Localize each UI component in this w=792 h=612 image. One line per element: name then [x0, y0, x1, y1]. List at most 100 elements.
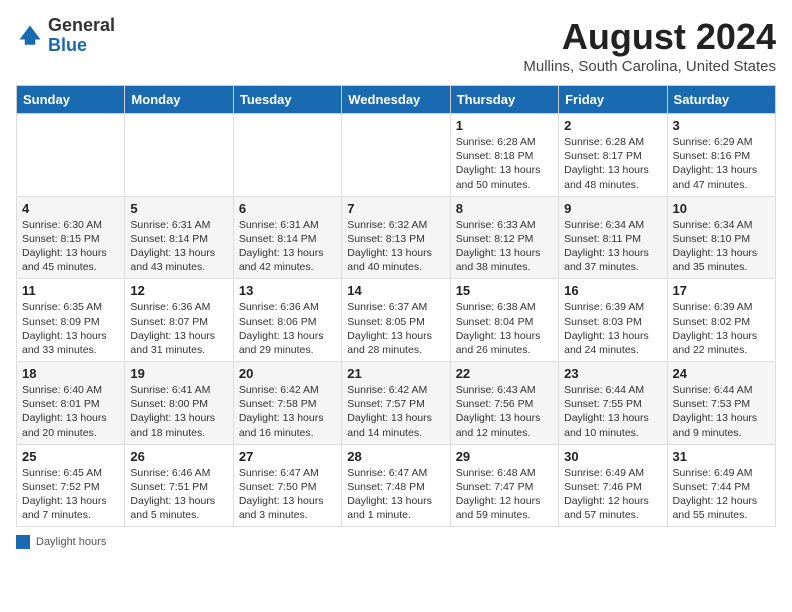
day-number: 16 [564, 283, 661, 298]
calendar-cell [233, 114, 341, 197]
day-info: Sunrise: 6:34 AM Sunset: 8:11 PM Dayligh… [564, 218, 661, 275]
logo-blue: Blue [48, 35, 87, 55]
day-number: 24 [673, 366, 770, 381]
day-number: 12 [130, 283, 227, 298]
logo-text: General Blue [48, 16, 115, 56]
day-number: 22 [456, 366, 553, 381]
daylight-box-icon [16, 535, 30, 549]
day-number: 5 [130, 201, 227, 216]
day-number: 29 [456, 449, 553, 464]
day-info: Sunrise: 6:37 AM Sunset: 8:05 PM Dayligh… [347, 300, 444, 357]
calendar-cell: 26 Sunrise: 6:46 AM Sunset: 7:51 PM Dayli… [125, 444, 233, 527]
day-number: 27 [239, 449, 336, 464]
calendar-cell: 11Sunrise: 6:35 AM Sunset: 8:09 PM Dayli… [17, 279, 125, 362]
title-block: August 2024 Mullins, South Carolina, Uni… [523, 16, 776, 75]
calendar-cell: 15 Sunrise: 6:38 AM Sunset: 8:04 PM Dayli… [450, 279, 558, 362]
calendar-week-row: 18Sunrise: 6:40 AM Sunset: 8:01 PM Dayli… [17, 362, 776, 445]
calendar-cell: 13 Sunrise: 6:36 AM Sunset: 8:06 PM Dayli… [233, 279, 341, 362]
day-number: 17 [673, 283, 770, 298]
calendar-week-row: 1Sunrise: 6:28 AM Sunset: 8:18 PM Daylig… [17, 114, 776, 197]
calendar-cell: 12Sunrise: 6:36 AM Sunset: 8:07 PM Dayli… [125, 279, 233, 362]
day-number: 3 [673, 118, 770, 133]
logo: General Blue [16, 16, 115, 56]
day-info: Sunrise: 6:44 AM Sunset: 7:55 PM Dayligh… [564, 383, 661, 440]
weekday-header: Wednesday [342, 86, 450, 114]
footer: Daylight hours [16, 535, 776, 549]
calendar-cell: 23Sunrise: 6:44 AM Sunset: 7:55 PM Dayli… [559, 362, 667, 445]
day-info: Sunrise: 6:31 AM Sunset: 8:14 PM Dayligh… [239, 218, 336, 275]
day-number: 30 [564, 449, 661, 464]
day-info: Sunrise: 6:40 AM Sunset: 8:01 PM Dayligh… [22, 383, 119, 440]
day-info: Sunrise: 6:42 AM Sunset: 7:57 PM Dayligh… [347, 383, 444, 440]
weekday-header: Friday [559, 86, 667, 114]
day-number: 6 [239, 201, 336, 216]
day-info: Sunrise: 6:42 AM Sunset: 7:58 PM Dayligh… [239, 383, 336, 440]
calendar-cell: 21 Sunrise: 6:42 AM Sunset: 7:57 PM Dayli… [342, 362, 450, 445]
calendar-cell [17, 114, 125, 197]
day-number: 10 [673, 201, 770, 216]
day-info: Sunrise: 6:49 AM Sunset: 7:46 PM Dayligh… [564, 466, 661, 523]
calendar-cell: 1Sunrise: 6:28 AM Sunset: 8:18 PM Daylig… [450, 114, 558, 197]
day-number: 13 [239, 283, 336, 298]
day-number: 14 [347, 283, 444, 298]
day-info: Sunrise: 6:41 AM Sunset: 8:00 PM Dayligh… [130, 383, 227, 440]
day-info: Sunrise: 6:49 AM Sunset: 7:44 PM Dayligh… [673, 466, 770, 523]
day-number: 2 [564, 118, 661, 133]
calendar-cell: 20 Sunrise: 6:42 AM Sunset: 7:58 PM Dayli… [233, 362, 341, 445]
logo-icon [16, 22, 44, 50]
calendar-week-row: 25 Sunrise: 6:45 AM Sunset: 7:52 PM Dayli… [17, 444, 776, 527]
calendar-cell: 27 Sunrise: 6:47 AM Sunset: 7:50 PM Dayli… [233, 444, 341, 527]
calendar-cell: 4 Sunrise: 6:30 AM Sunset: 8:15 PM Daylig… [17, 196, 125, 279]
calendar-cell: 2Sunrise: 6:28 AM Sunset: 8:17 PM Daylig… [559, 114, 667, 197]
calendar-cell [125, 114, 233, 197]
day-number: 20 [239, 366, 336, 381]
calendar-cell [342, 114, 450, 197]
day-info: Sunrise: 6:33 AM Sunset: 8:12 PM Dayligh… [456, 218, 553, 275]
day-info: Sunrise: 6:44 AM Sunset: 7:53 PM Dayligh… [673, 383, 770, 440]
calendar-header-row: SundayMondayTuesdayWednesdayThursdayFrid… [17, 86, 776, 114]
day-info: Sunrise: 6:47 AM Sunset: 7:48 PM Dayligh… [347, 466, 444, 523]
day-info: Sunrise: 6:32 AM Sunset: 8:13 PM Dayligh… [347, 218, 444, 275]
weekday-header: Sunday [17, 86, 125, 114]
day-number: 7 [347, 201, 444, 216]
calendar-cell: 31 Sunrise: 6:49 AM Sunset: 7:44 PM Dayli… [667, 444, 775, 527]
day-info: Sunrise: 6:43 AM Sunset: 7:56 PM Dayligh… [456, 383, 553, 440]
day-number: 9 [564, 201, 661, 216]
calendar-cell: 7 Sunrise: 6:32 AM Sunset: 8:13 PM Daylig… [342, 196, 450, 279]
weekday-header: Saturday [667, 86, 775, 114]
day-number: 1 [456, 118, 553, 133]
day-number: 25 [22, 449, 119, 464]
calendar-cell: 17 Sunrise: 6:39 AM Sunset: 8:02 PM Dayli… [667, 279, 775, 362]
calendar-cell: 8 Sunrise: 6:33 AM Sunset: 8:12 PM Daylig… [450, 196, 558, 279]
day-info: Sunrise: 6:46 AM Sunset: 7:51 PM Dayligh… [130, 466, 227, 523]
day-number: 15 [456, 283, 553, 298]
day-number: 28 [347, 449, 444, 464]
day-info: Sunrise: 6:30 AM Sunset: 8:15 PM Dayligh… [22, 218, 119, 275]
day-number: 21 [347, 366, 444, 381]
day-info: Sunrise: 6:38 AM Sunset: 8:04 PM Dayligh… [456, 300, 553, 357]
day-number: 31 [673, 449, 770, 464]
calendar-cell: 24 Sunrise: 6:44 AM Sunset: 7:53 PM Dayli… [667, 362, 775, 445]
calendar-cell: 6 Sunrise: 6:31 AM Sunset: 8:14 PM Daylig… [233, 196, 341, 279]
calendar-cell: 25 Sunrise: 6:45 AM Sunset: 7:52 PM Dayli… [17, 444, 125, 527]
page-header: General Blue August 2024 Mullins, South … [16, 16, 776, 75]
weekday-header: Monday [125, 86, 233, 114]
calendar-week-row: 11Sunrise: 6:35 AM Sunset: 8:09 PM Dayli… [17, 279, 776, 362]
day-info: Sunrise: 6:31 AM Sunset: 8:14 PM Dayligh… [130, 218, 227, 275]
day-info: Sunrise: 6:47 AM Sunset: 7:50 PM Dayligh… [239, 466, 336, 523]
day-number: 4 [22, 201, 119, 216]
day-info: Sunrise: 6:48 AM Sunset: 7:47 PM Dayligh… [456, 466, 553, 523]
day-number: 11 [22, 283, 119, 298]
calendar-week-row: 4 Sunrise: 6:30 AM Sunset: 8:15 PM Daylig… [17, 196, 776, 279]
day-info: Sunrise: 6:45 AM Sunset: 7:52 PM Dayligh… [22, 466, 119, 523]
day-number: 8 [456, 201, 553, 216]
day-info: Sunrise: 6:36 AM Sunset: 8:06 PM Dayligh… [239, 300, 336, 357]
calendar-cell: 28 Sunrise: 6:47 AM Sunset: 7:48 PM Dayli… [342, 444, 450, 527]
day-info: Sunrise: 6:39 AM Sunset: 8:02 PM Dayligh… [673, 300, 770, 357]
weekday-header: Tuesday [233, 86, 341, 114]
day-info: Sunrise: 6:39 AM Sunset: 8:03 PM Dayligh… [564, 300, 661, 357]
day-number: 19 [130, 366, 227, 381]
calendar-cell: 29 Sunrise: 6:48 AM Sunset: 7:47 PM Dayli… [450, 444, 558, 527]
day-info: Sunrise: 6:34 AM Sunset: 8:10 PM Dayligh… [673, 218, 770, 275]
day-number: 26 [130, 449, 227, 464]
